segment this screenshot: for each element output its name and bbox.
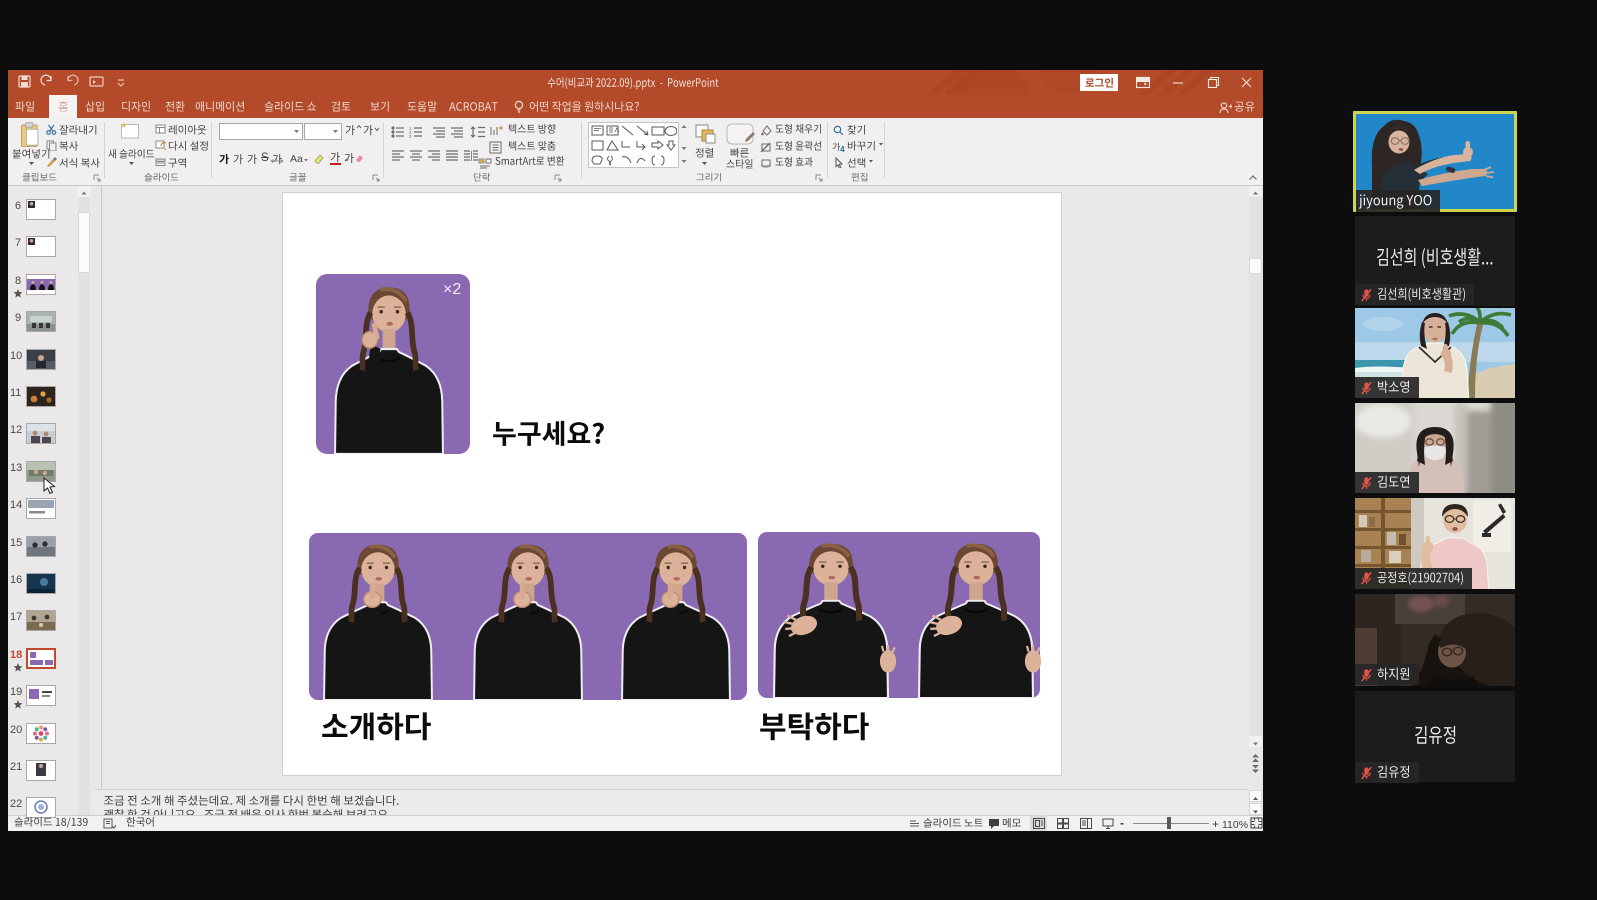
- svg-text:3: 3: [409, 134, 412, 138]
